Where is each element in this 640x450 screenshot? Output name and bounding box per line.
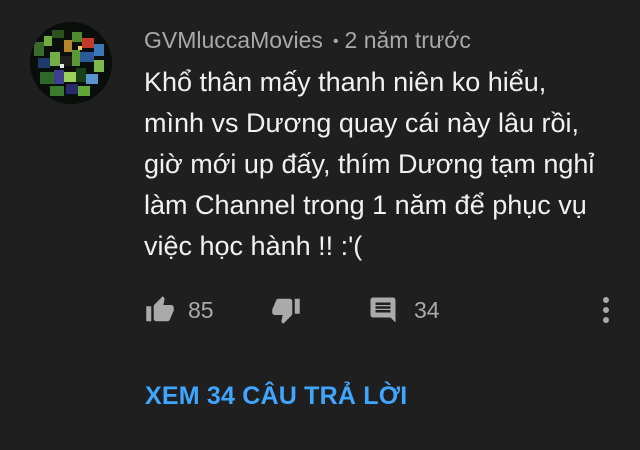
dislike-button[interactable] [270, 292, 302, 328]
like-count: 85 [188, 296, 214, 323]
reply-count: 34 [414, 296, 440, 323]
comment-icon [370, 297, 396, 323]
more-vertical-icon [603, 297, 609, 323]
comment-meta: GVMluccaMovies • 2 năm trước [144, 26, 471, 58]
author-name[interactable]: GVMluccaMovies [144, 27, 323, 53]
comment-text-line: Khổ thân mấy thanh niên ko hiểu, [144, 67, 547, 97]
comment-actions: 85 34 [140, 292, 630, 328]
comment-text-line: mình vs Dương quay cái này lâu rồi, [144, 108, 579, 138]
thumbs-up-icon [146, 296, 174, 322]
more-options-button[interactable] [594, 292, 618, 328]
comment-text-line: giờ mới up đấy, thím Dương tạm nghỉ [144, 149, 595, 179]
meta-separator: • [332, 33, 339, 50]
comment-timestamp[interactable]: 2 năm trước [345, 27, 471, 53]
comment-text-line: việc học hành !! :'( [144, 231, 363, 261]
avatar[interactable] [30, 22, 112, 104]
comment-text-line: làm Channel trong 1 năm để phục vụ [144, 190, 587, 220]
thumbs-down-icon [272, 298, 300, 324]
view-replies-link[interactable]: XEM 34 CÂU TRẢ LỜI [145, 382, 407, 411]
reply-button[interactable]: 34 [368, 292, 440, 328]
comment-thread: GVMluccaMovies • 2 năm trước Khổ thân mấy … [0, 0, 640, 450]
like-button[interactable]: 85 [144, 292, 214, 328]
comment-text: Khổ thân mấy thanh niên ko hiểu, mình vs… [144, 62, 624, 267]
pixel-art-avatar-icon [30, 22, 112, 104]
